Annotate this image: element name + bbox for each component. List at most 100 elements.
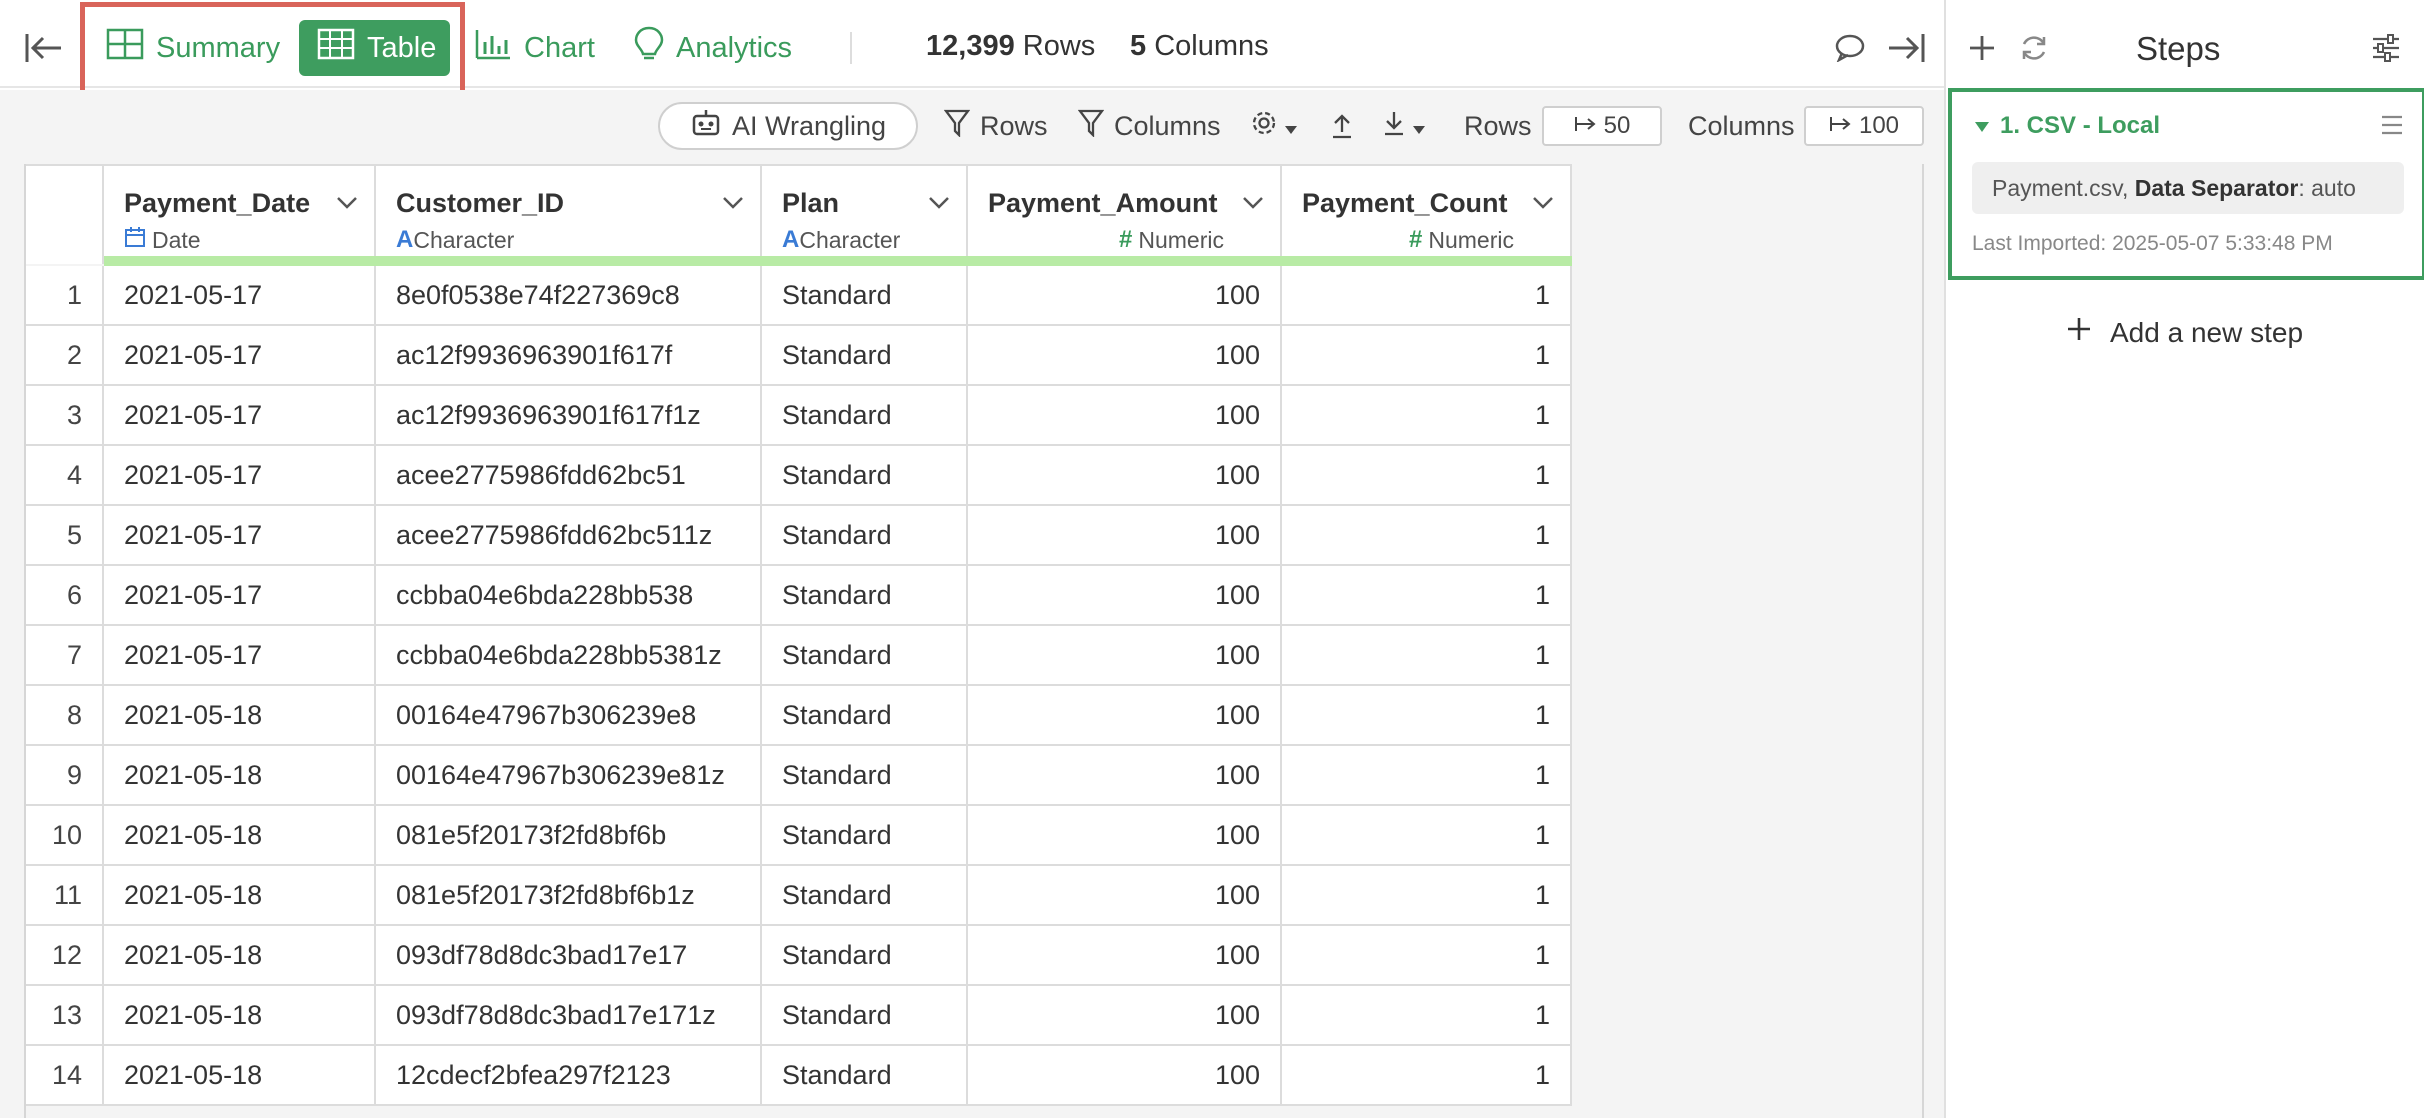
table-row[interactable]: 4 2021-05-17 acee2775986fdd62bc51 Standard 1… [26, 446, 1572, 506]
chevron-down-icon[interactable] [336, 196, 358, 215]
payment-count-cell[interactable]: 1 [1282, 986, 1572, 1046]
plan-cell[interactable]: Standard [762, 926, 968, 986]
plan-cell[interactable]: Standard [762, 986, 968, 1046]
payment-amount-cell[interactable]: 100 [968, 866, 1282, 926]
payment-count-cell[interactable]: 1 [1282, 386, 1572, 446]
settings-dropdown[interactable] [1250, 102, 1298, 150]
plan-cell[interactable]: Standard [762, 866, 968, 926]
customer-id-cell[interactable]: 12cdecf2bfea297f2123 [376, 1046, 762, 1106]
payment-date-cell[interactable]: 2021-05-18 [104, 686, 376, 746]
payment-date-cell[interactable]: 2021-05-17 [104, 626, 376, 686]
payment-amount-cell[interactable]: 100 [968, 386, 1282, 446]
tab-chart[interactable]: Chart [456, 20, 613, 76]
payment-count-cell[interactable]: 1 [1282, 326, 1572, 386]
payment-count-cell[interactable]: 1 [1282, 566, 1572, 626]
rows-limit-input[interactable]: 50 [1542, 106, 1662, 146]
download-dropdown[interactable] [1382, 102, 1426, 150]
payment-date-cell[interactable]: 2021-05-18 [104, 806, 376, 866]
payment-count-cell[interactable]: 1 [1282, 506, 1572, 566]
customer-id-cell[interactable]: ac12f9936963901f617f [376, 326, 762, 386]
payment-amount-cell[interactable]: 100 [968, 746, 1282, 806]
column-header-payment-amount[interactable]: Payment_Amount # Numeric [968, 164, 1282, 264]
upload-icon[interactable] [1330, 102, 1354, 150]
add-step-button[interactable]: Add a new step [2066, 316, 2303, 349]
comment-icon[interactable] [1832, 30, 1868, 66]
payment-amount-cell[interactable]: 100 [968, 686, 1282, 746]
table-row[interactable]: 13 2021-05-18 093df78d8dc3bad17e171z Standa… [26, 986, 1572, 1046]
table-row[interactable]: 3 2021-05-17 ac12f9936963901f617f1z Standar… [26, 386, 1572, 446]
column-header-payment-date[interactable]: Payment_Date Date [104, 164, 376, 264]
customer-id-cell[interactable]: 00164e47967b306239e81z [376, 746, 762, 806]
sliders-icon[interactable] [2368, 30, 2404, 66]
payment-date-cell[interactable]: 2021-05-17 [104, 446, 376, 506]
menu-icon[interactable] [2380, 114, 2404, 141]
plan-cell[interactable]: Standard [762, 326, 968, 386]
table-row[interactable]: 2 2021-05-17 ac12f9936963901f617f Standard 1… [26, 326, 1572, 386]
column-header-customer-id[interactable]: Customer_ID A Character [376, 164, 762, 264]
refresh-icon[interactable] [2016, 30, 2052, 66]
table-row[interactable]: 7 2021-05-17 ccbba04e6bda228bb5381z Standar… [26, 626, 1572, 686]
table-row[interactable]: 11 2021-05-18 081e5f20173f2fd8bf6b1z Standa… [26, 866, 1572, 926]
plan-cell[interactable]: Standard [762, 1046, 968, 1106]
payment-date-cell[interactable]: 2021-05-17 [104, 506, 376, 566]
caret-down-icon[interactable] [1974, 120, 1990, 138]
add-icon[interactable] [1964, 30, 2000, 66]
customer-id-cell[interactable]: 00164e47967b306239e8 [376, 686, 762, 746]
payment-count-cell[interactable]: 1 [1282, 686, 1572, 746]
payment-date-cell[interactable]: 2021-05-18 [104, 926, 376, 986]
plan-cell[interactable]: Standard [762, 686, 968, 746]
column-header-plan[interactable]: Plan A Character [762, 164, 968, 264]
table-row[interactable]: 12 2021-05-18 093df78d8dc3bad17e17 Standard… [26, 926, 1572, 986]
chevron-down-icon[interactable] [1532, 196, 1554, 215]
payment-count-cell[interactable]: 1 [1282, 626, 1572, 686]
tab-table[interactable]: Table [299, 20, 450, 76]
customer-id-cell[interactable]: ccbba04e6bda228bb5381z [376, 626, 762, 686]
table-row[interactable]: 8 2021-05-18 00164e47967b306239e8 Standard 1… [26, 686, 1572, 746]
table-row[interactable]: 14 2021-05-18 12cdecf2bfea297f2123 Standard… [26, 1046, 1572, 1106]
payment-count-cell[interactable]: 1 [1282, 1046, 1572, 1106]
customer-id-cell[interactable]: acee2775986fdd62bc51 [376, 446, 762, 506]
payment-amount-cell[interactable]: 100 [968, 806, 1282, 866]
payment-amount-cell[interactable]: 100 [968, 446, 1282, 506]
chevron-down-icon[interactable] [928, 196, 950, 215]
customer-id-cell[interactable]: 8e0f0538e74f227369c8 [376, 266, 762, 326]
step-item[interactable]: 1. CSV - Local Payment.csv, Data Separat… [1948, 88, 2424, 280]
payment-date-cell[interactable]: 2021-05-18 [104, 866, 376, 926]
plan-cell[interactable]: Standard [762, 746, 968, 806]
payment-date-cell[interactable]: 2021-05-18 [104, 986, 376, 1046]
payment-date-cell[interactable]: 2021-05-18 [104, 1046, 376, 1106]
rows-filter-button[interactable]: Rows [943, 102, 1048, 150]
customer-id-cell[interactable]: 081e5f20173f2fd8bf6b [376, 806, 762, 866]
payment-amount-cell[interactable]: 100 [968, 326, 1282, 386]
payment-count-cell[interactable]: 1 [1282, 446, 1572, 506]
payment-date-cell[interactable]: 2021-05-17 [104, 386, 376, 446]
payment-amount-cell[interactable]: 100 [968, 626, 1282, 686]
customer-id-cell[interactable]: ac12f9936963901f617f1z [376, 386, 762, 446]
payment-amount-cell[interactable]: 100 [968, 566, 1282, 626]
columns-limit-input[interactable]: 100 [1804, 106, 1924, 146]
customer-id-cell[interactable]: acee2775986fdd62bc511z [376, 506, 762, 566]
payment-count-cell[interactable]: 1 [1282, 266, 1572, 326]
table-row[interactable]: 9 2021-05-18 00164e47967b306239e81z Standar… [26, 746, 1572, 806]
payment-date-cell[interactable]: 2021-05-17 [104, 566, 376, 626]
plan-cell[interactable]: Standard [762, 506, 968, 566]
table-row[interactable]: 6 2021-05-17 ccbba04e6bda228bb538 Standard 1… [26, 566, 1572, 626]
payment-amount-cell[interactable]: 100 [968, 926, 1282, 986]
chevron-down-icon[interactable] [1242, 196, 1264, 215]
payment-amount-cell[interactable]: 100 [968, 506, 1282, 566]
tab-summary[interactable]: Summary [88, 20, 298, 76]
columns-filter-button[interactable]: Columns [1077, 102, 1221, 150]
payment-amount-cell[interactable]: 100 [968, 266, 1282, 326]
chevron-down-icon[interactable] [722, 196, 744, 215]
column-header-payment-count[interactable]: Payment_Count # Numeric [1282, 164, 1572, 264]
payment-date-cell[interactable]: 2021-05-18 [104, 746, 376, 806]
payment-count-cell[interactable]: 1 [1282, 806, 1572, 866]
customer-id-cell[interactable]: 081e5f20173f2fd8bf6b1z [376, 866, 762, 926]
payment-date-cell[interactable]: 2021-05-17 [104, 266, 376, 326]
customer-id-cell[interactable]: ccbba04e6bda228bb538 [376, 566, 762, 626]
payment-amount-cell[interactable]: 100 [968, 986, 1282, 1046]
customer-id-cell[interactable]: 093df78d8dc3bad17e17 [376, 926, 762, 986]
plan-cell[interactable]: Standard [762, 566, 968, 626]
customer-id-cell[interactable]: 093df78d8dc3bad17e171z [376, 986, 762, 1046]
payment-count-cell[interactable]: 1 [1282, 746, 1572, 806]
